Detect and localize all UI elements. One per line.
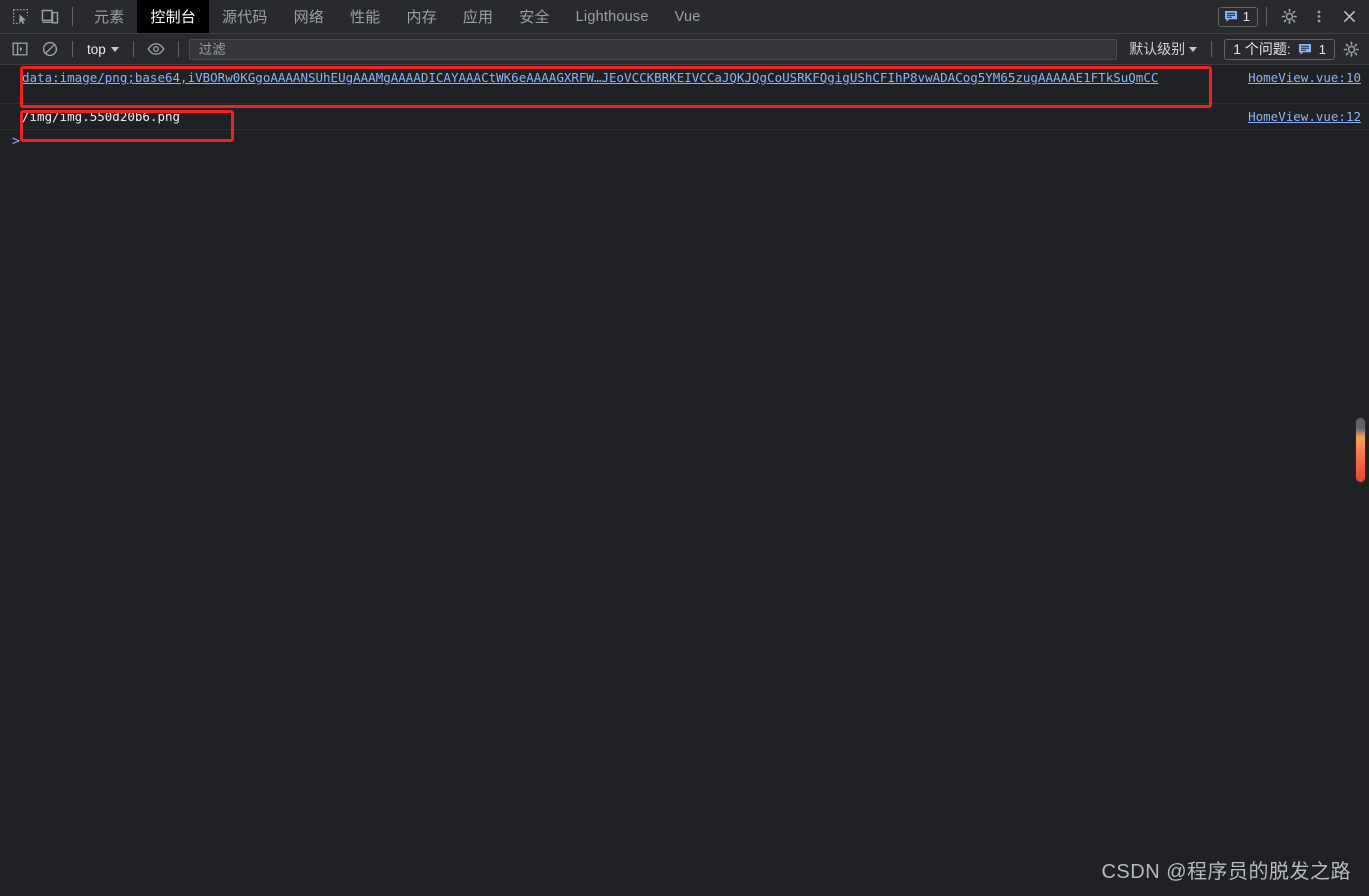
filter-divider [1211,41,1213,57]
filter-input[interactable] [196,40,1110,58]
watermark: CSDN @程序员的脱发之路 [1101,861,1351,883]
tab-sources[interactable]: 源代码 [209,0,281,33]
log-level-selector[interactable]: 默认级别 [1123,39,1203,59]
issues-count: 1 [1318,41,1326,57]
prompt-caret-icon: > [12,133,20,149]
tab-label: 安全 [519,9,550,26]
console-message-row[interactable]: /img/img.550d20b6.png HomeView.vue:12 [0,104,1369,130]
console-message-text: /img/img.550d20b6.png [22,109,181,124]
message-icon [1224,11,1237,22]
message-count-badge[interactable]: 1 [1217,6,1258,27]
console-scrollbar-issue-marker[interactable] [1355,417,1366,483]
live-expression-eye-icon[interactable] [142,36,170,62]
console-settings-gear-icon[interactable] [1337,36,1365,62]
tab-security[interactable]: 安全 [506,0,562,33]
toolbar-divider [72,7,73,26]
tab-label: Lighthouse [575,8,649,25]
tab-memory[interactable]: 内存 [393,0,449,33]
tab-performance[interactable]: 性能 [337,0,393,33]
close-icon[interactable] [1335,4,1363,30]
more-vertical-icon[interactable] [1305,4,1333,30]
console-message-source-link[interactable]: HomeView.vue:10 [1248,69,1369,86]
tab-label: 网络 [293,9,325,26]
tab-lighthouse[interactable]: Lighthouse [563,0,662,33]
console-prompt[interactable]: > [0,130,1369,152]
issues-badge[interactable]: 1 个问题: 1 [1224,38,1335,60]
filter-divider [177,41,179,57]
execution-context-label: top [87,41,106,57]
console-filter-bar: top 默认级别 1 个问题: 1 [0,34,1369,65]
console-message-row[interactable]: data:image/png;base64,iVBORw0KGgoAAAANSU… [0,65,1369,104]
console-sidebar-icon[interactable] [6,36,34,62]
devtools-tab-bar: 元素 控制台 源代码 网络 性能 内存 应用 安全 Lighthouse Vue… [0,0,1369,34]
tab-elements[interactable]: 元素 [81,0,137,33]
tab-label: 源代码 [222,9,268,26]
device-toolbar-icon[interactable] [36,4,64,30]
inspect-element-icon[interactable] [6,4,34,30]
clear-console-icon[interactable] [36,36,64,62]
toolbar-divider [1266,7,1267,26]
execution-context-selector[interactable]: top [81,38,125,60]
filter-divider [132,41,134,57]
message-icon [1298,43,1311,55]
gear-icon[interactable] [1275,4,1303,30]
chevron-down-icon [110,46,119,52]
log-level-label: 默认级别 [1129,41,1186,57]
tab-label: 内存 [406,9,437,26]
message-count: 1 [1242,9,1250,24]
tab-label: 性能 [350,9,381,26]
tab-label: 控制台 [150,9,197,26]
console-message-list[interactable]: data:image/png;base64,iVBORw0KGgoAAAANSU… [0,65,1369,896]
console-message-text[interactable]: data:image/png;base64,iVBORw0KGgoAAAANSU… [22,69,1248,86]
chevron-down-icon [1189,46,1198,52]
issues-label: 1 个问题: [1233,41,1291,57]
tab-network[interactable]: 网络 [281,0,337,33]
tab-vue[interactable]: Vue [662,0,714,33]
tab-application[interactable]: 应用 [450,0,506,33]
tab-label: 元素 [94,9,125,26]
console-message-source-link[interactable]: HomeView.vue:12 [1248,108,1369,125]
filter-divider [72,41,73,57]
tab-console[interactable]: 控制台 [137,0,210,33]
panel-tabs: 元素 控制台 源代码 网络 性能 内存 应用 安全 Lighthouse Vue [81,0,1218,33]
tab-bar-right-icons: 1 [1217,0,1369,33]
tab-label: 应用 [462,9,494,26]
filter-input-wrapper[interactable] [188,38,1118,60]
tab-label: Vue [674,8,701,25]
tab-bar-left-icons [0,0,81,33]
